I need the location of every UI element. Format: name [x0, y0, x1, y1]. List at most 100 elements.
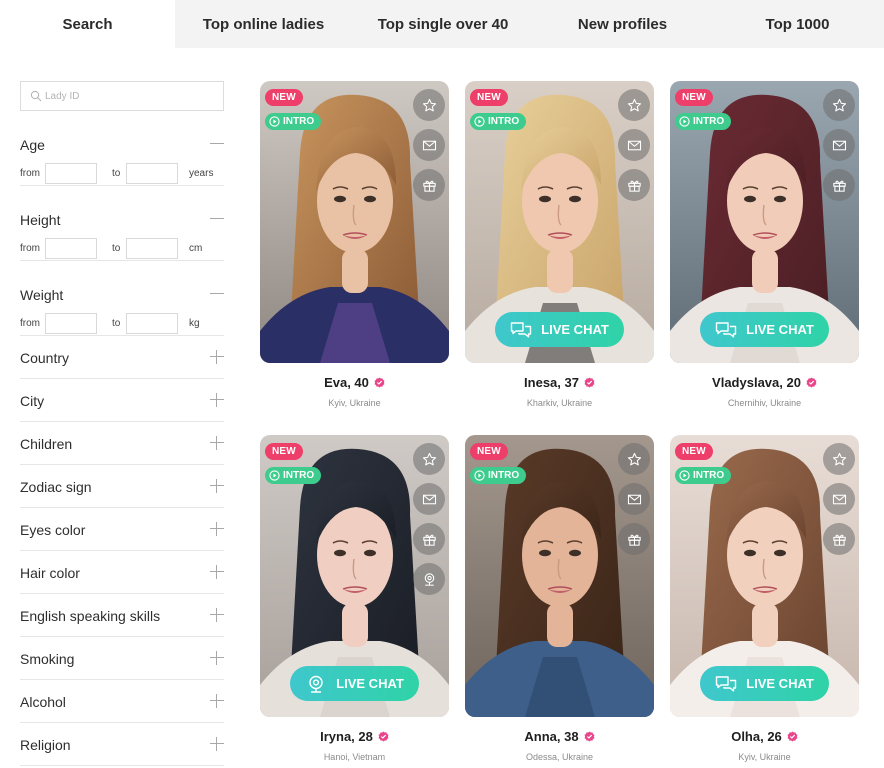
- intro-badge[interactable]: INTRO: [470, 467, 527, 484]
- smoking-filter[interactable]: Smoking: [20, 637, 224, 680]
- tab-bar: Search Top online ladies Top single over…: [0, 0, 884, 48]
- children-filter-label: Children: [20, 436, 73, 452]
- tab-top-1000[interactable]: Top 1000: [711, 0, 884, 48]
- collapse-minus-icon[interactable]: [210, 137, 224, 151]
- expand-plus-icon[interactable]: [210, 393, 224, 407]
- intro-badge[interactable]: INTRO: [675, 113, 732, 130]
- alcohol-filter[interactable]: Alcohol: [20, 680, 224, 723]
- height-from-input[interactable]: [45, 238, 97, 259]
- live-chat-button[interactable]: LIVE CHAT: [700, 312, 829, 347]
- favorite-star-icon[interactable]: [618, 89, 650, 121]
- intro-label: INTRO: [488, 470, 520, 481]
- favorite-star-icon[interactable]: [413, 89, 445, 121]
- city-filter-label: City: [20, 393, 45, 409]
- profile-card[interactable]: NEW INTRO: [260, 81, 449, 363]
- send-letter-mail-icon[interactable]: [413, 129, 445, 161]
- webcam-icon: [305, 675, 327, 693]
- height-filter: Height from to cm: [20, 186, 224, 261]
- profile-card[interactable]: NEW INTRO LIVE CHAT: [670, 435, 859, 717]
- english-speaking-skills-filter[interactable]: English speaking skills: [20, 594, 224, 637]
- expand-plus-icon[interactable]: [210, 651, 224, 665]
- send-letter-mail-icon[interactable]: [413, 483, 445, 515]
- profile-card[interactable]: NEW INTRO LIVE CHAT: [465, 81, 654, 363]
- live-chat-button[interactable]: LIVE CHAT: [290, 666, 419, 701]
- zodiac-sign-filter[interactable]: Zodiac sign: [20, 465, 224, 508]
- age-from-input[interactable]: [45, 163, 97, 184]
- tab-top-online-ladies[interactable]: Top online ladies: [175, 0, 352, 48]
- country-filter[interactable]: Country: [20, 336, 224, 379]
- profile-location: Chernihiv, Ukraine: [727, 398, 802, 408]
- religion-filter[interactable]: Religion: [20, 723, 224, 766]
- expand-plus-icon[interactable]: [210, 522, 224, 536]
- weight-to-input[interactable]: [126, 313, 178, 334]
- webcam-icon[interactable]: [413, 563, 445, 595]
- profile-name-link[interactable]: Inesa, 37: [524, 375, 595, 390]
- collapse-minus-icon[interactable]: [210, 287, 224, 301]
- age-to-input[interactable]: [126, 163, 178, 184]
- expand-plus-icon[interactable]: [210, 350, 224, 364]
- chat-bubbles-icon: [510, 321, 532, 339]
- profile-name-link[interactable]: Olha, 26: [731, 729, 798, 744]
- filter-sidebar: Age from to years Height from to cm Weight from to…: [20, 81, 224, 766]
- expand-plus-icon[interactable]: [210, 436, 224, 450]
- live-chat-button[interactable]: LIVE CHAT: [495, 312, 624, 347]
- send-letter-mail-icon[interactable]: [618, 129, 650, 161]
- send-letter-mail-icon[interactable]: [823, 483, 855, 515]
- profile-name-link[interactable]: Eva, 40: [324, 375, 385, 390]
- profile-name-link[interactable]: Vladyslava, 20: [712, 375, 817, 390]
- to-label: to: [112, 243, 121, 254]
- profile-card[interactable]: NEW INTRO LIVE CHAT: [670, 81, 859, 363]
- lady-id-input[interactable]: [45, 82, 221, 110]
- tab-new-profiles[interactable]: New profiles: [534, 0, 711, 48]
- profile-location: Kharkiv, Ukraine: [526, 398, 593, 408]
- favorite-star-icon[interactable]: [618, 443, 650, 475]
- city-filter[interactable]: City: [20, 379, 224, 422]
- weight-filter: Weight from to kg: [20, 261, 224, 336]
- profile-name-link[interactable]: Anna, 38: [524, 729, 595, 744]
- favorite-star-icon[interactable]: [413, 443, 445, 475]
- expand-plus-icon[interactable]: [210, 608, 224, 622]
- collapse-minus-icon[interactable]: [210, 212, 224, 226]
- tab-top-single-over-40[interactable]: Top single over 40: [352, 0, 534, 48]
- intro-label: INTRO: [693, 116, 725, 127]
- intro-badge[interactable]: INTRO: [265, 113, 322, 130]
- send-letter-mail-icon[interactable]: [618, 483, 650, 515]
- children-filter[interactable]: Children: [20, 422, 224, 465]
- zodiac-sign-filter-label: Zodiac sign: [20, 479, 92, 495]
- hair-color-filter[interactable]: Hair color: [20, 551, 224, 594]
- intro-badge[interactable]: INTRO: [265, 467, 322, 484]
- expand-plus-icon[interactable]: [210, 694, 224, 708]
- height-to-input[interactable]: [126, 238, 178, 259]
- profile-card[interactable]: NEW INTRO LIVE CHAT: [260, 435, 449, 717]
- profile-name: Eva, 40: [324, 375, 369, 390]
- expand-plus-icon[interactable]: [210, 479, 224, 493]
- tab-search[interactable]: Search: [0, 0, 175, 48]
- send-gift-icon[interactable]: [413, 523, 445, 555]
- send-gift-icon[interactable]: [823, 523, 855, 555]
- profile-location: Kyiv, Ukraine: [328, 398, 381, 408]
- live-chat-button[interactable]: LIVE CHAT: [700, 666, 829, 701]
- send-gift-icon[interactable]: [618, 523, 650, 555]
- expand-plus-icon[interactable]: [210, 565, 224, 579]
- send-letter-mail-icon[interactable]: [823, 129, 855, 161]
- send-gift-icon[interactable]: [413, 169, 445, 201]
- expand-plus-icon[interactable]: [210, 737, 224, 751]
- send-gift-icon[interactable]: [823, 169, 855, 201]
- live-chat-label: LIVE CHAT: [746, 322, 814, 337]
- height-unit-label: cm: [189, 243, 203, 254]
- intro-badge[interactable]: INTRO: [470, 113, 527, 130]
- weight-range: from to kg: [20, 313, 224, 335]
- weight-from-input[interactable]: [45, 313, 97, 334]
- profile-location: Odessa, Ukraine: [525, 752, 594, 762]
- send-gift-icon[interactable]: [618, 169, 650, 201]
- profile-name-link[interactable]: Iryna, 28: [320, 729, 389, 744]
- favorite-star-icon[interactable]: [823, 89, 855, 121]
- profile-card[interactable]: NEW INTRO: [465, 435, 654, 717]
- intro-badge[interactable]: INTRO: [675, 467, 732, 484]
- intro-label: INTRO: [693, 470, 725, 481]
- favorite-star-icon[interactable]: [823, 443, 855, 475]
- verified-icon: [378, 731, 389, 742]
- eyes-color-filter[interactable]: Eyes color: [20, 508, 224, 551]
- hair-color-filter-label: Hair color: [20, 565, 80, 581]
- play-icon: [474, 470, 485, 481]
